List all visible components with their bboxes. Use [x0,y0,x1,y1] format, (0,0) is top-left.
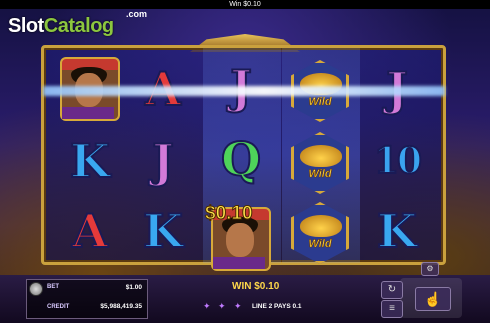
scatter-icon: ✦ [218,301,226,311]
symbol-k: K [69,134,111,188]
credit-value: $5,988,419.35 [100,303,142,310]
lamp-icon [300,145,342,167]
autoplay-icon[interactable]: ↻ [381,281,403,299]
lamp-icon [300,215,342,237]
status-win-text: Win $0.10 [229,1,261,8]
symbol-wild: Wild [285,200,355,266]
credit-label: CREDIT [47,304,70,310]
spin-icon[interactable]: ☝ [415,287,451,311]
logo-part1: Slot [8,15,44,37]
win-amount-overlay: $0.10 [205,203,254,225]
logo-part2: Catalog [43,15,114,37]
symbol-k: K [376,204,418,258]
logo-suffix: .com [126,9,148,19]
settings-icon[interactable]: ⚙ [421,262,439,276]
win-label: WIN [232,281,252,292]
symbol-q: Q [220,132,262,186]
win-amount: $0.10 [254,281,280,292]
win-line [43,86,445,96]
scatter-icon: ✦ [234,301,242,311]
symbol-k: K [142,204,184,258]
symbol-a: A [71,204,109,258]
status-bar: Win $0.10 [0,0,490,9]
bet-label: BET [47,284,59,290]
bet-value: $1.00 [125,284,142,291]
coin-icon[interactable] [29,282,43,296]
scatter-icon: ✦ [203,301,211,311]
bet-adjust-icon[interactable]: ≡ [381,300,403,318]
line-pays-text: LINE 2 PAYS 0.1 [252,303,302,310]
win-display: WIN $0.10 [232,281,279,292]
symbol-j: J [151,134,175,188]
symbol-10: 10 [373,140,423,182]
slotcatalog-logo: SlotCatalog .com [8,9,158,39]
symbol-wild: Wild [285,130,355,196]
